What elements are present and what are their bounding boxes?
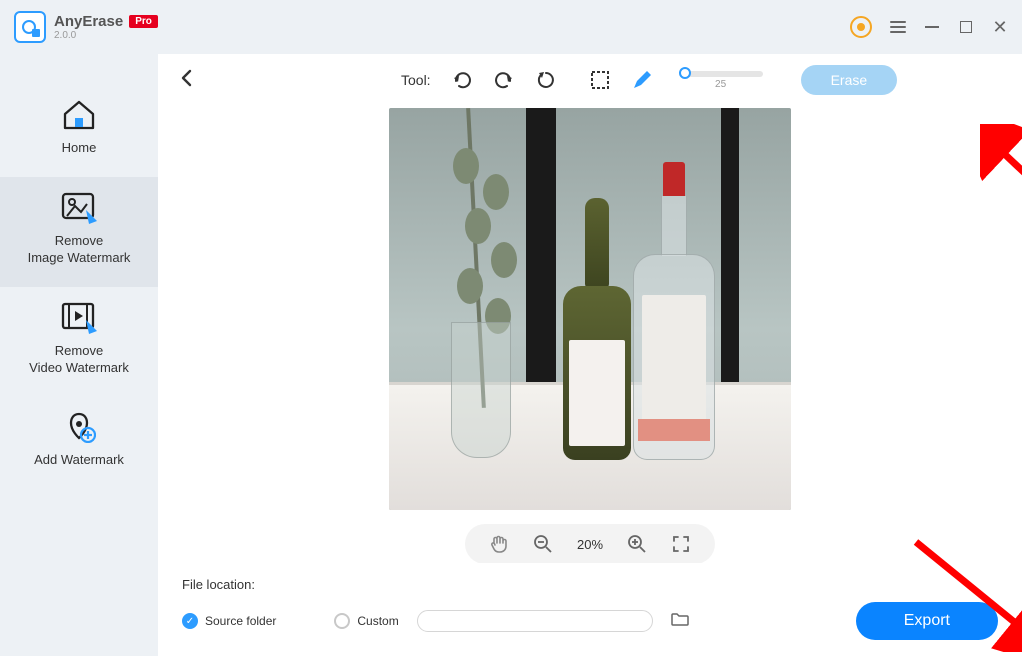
browse-folder-button[interactable] <box>671 612 689 631</box>
radio-unchecked-icon <box>334 613 350 629</box>
zoom-value: 20% <box>577 537 603 552</box>
marquee-tool-button[interactable] <box>589 69 611 91</box>
editor-toolbar: Tool: 25 <box>158 54 1022 106</box>
export-button[interactable]: Export <box>856 602 998 640</box>
main-panel: Tool: 25 <box>158 54 1022 656</box>
sidebar-label-remove-video-watermark: Remove Video Watermark <box>29 343 129 377</box>
undo-button[interactable] <box>451 69 473 91</box>
title-text: AnyErase Pro 2.0.0 <box>54 13 158 41</box>
window-close-button[interactable]: ✕ <box>992 19 1008 35</box>
titlebar: AnyErase Pro 2.0.0 ✕ <box>0 0 1022 54</box>
radio-checked-icon <box>182 613 198 629</box>
sidebar-label-remove-image-watermark: Remove Image Watermark <box>28 233 131 267</box>
redo-button[interactable] <box>493 69 515 91</box>
brush-tool-button[interactable] <box>631 69 653 91</box>
erase-button[interactable]: Erase <box>801 65 898 95</box>
window-maximize-button[interactable] <box>958 19 974 35</box>
source-folder-option[interactable]: Source folder <box>182 613 276 629</box>
window-minimize-button[interactable] <box>924 19 940 35</box>
image-watermark-icon <box>61 191 97 225</box>
file-location-label: File location: <box>182 577 998 592</box>
pan-tool-button[interactable] <box>489 534 509 554</box>
custom-path-input[interactable] <box>417 610 653 632</box>
zoom-in-button[interactable] <box>627 534 647 554</box>
sidebar-item-remove-video-watermark[interactable]: Remove Video Watermark <box>0 287 158 397</box>
video-watermark-icon <box>61 301 97 335</box>
brush-size-slider[interactable] <box>679 71 763 77</box>
custom-folder-option[interactable]: Custom <box>334 613 398 629</box>
zoom-toolbar: 20% <box>465 524 715 564</box>
pro-badge: Pro <box>129 15 158 28</box>
app-name: AnyErase <box>54 13 123 30</box>
sidebar: Home Remove Image Watermark Remove Video… <box>0 54 158 656</box>
add-watermark-icon <box>61 410 97 444</box>
custom-label: Custom <box>357 614 398 628</box>
source-folder-label: Source folder <box>205 614 276 628</box>
sidebar-item-home[interactable]: Home <box>0 84 158 177</box>
zoom-out-button[interactable] <box>533 534 553 554</box>
sidebar-label-add-watermark: Add Watermark <box>34 452 124 469</box>
sidebar-item-remove-image-watermark[interactable]: Remove Image Watermark <box>0 177 158 287</box>
home-icon <box>61 98 97 132</box>
hamburger-menu-icon[interactable] <box>890 21 906 33</box>
fullscreen-button[interactable] <box>671 534 691 554</box>
app-logo-icon <box>14 11 46 43</box>
title-right: ✕ <box>850 16 1008 38</box>
app-version: 2.0.0 <box>54 30 158 41</box>
reset-button[interactable] <box>535 69 557 91</box>
brush-size-value: 25 <box>715 79 726 90</box>
sidebar-item-add-watermark[interactable]: Add Watermark <box>0 396 158 489</box>
footer-panel: File location: Source folder Custom Expo… <box>158 563 1022 656</box>
tool-label: Tool: <box>401 72 431 88</box>
preview-image[interactable] <box>389 108 791 510</box>
back-button[interactable] <box>178 69 196 92</box>
sidebar-label-home: Home <box>62 140 97 157</box>
account-icon[interactable] <box>850 16 872 38</box>
title-left: AnyErase Pro 2.0.0 <box>14 11 158 43</box>
